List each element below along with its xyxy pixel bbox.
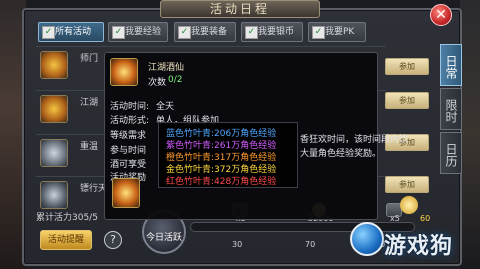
- filter-tab-pk[interactable]: ✓ 我要PK: [308, 22, 366, 42]
- filter-tab-all[interactable]: ✓ 所有活动: [38, 22, 104, 42]
- reward-count: x5: [390, 214, 400, 223]
- activity-icon: [40, 95, 68, 123]
- checkbox-icon: ✓: [42, 26, 55, 39]
- popup-time-value: 全天: [156, 102, 175, 112]
- activity-name: 镖行天: [80, 184, 108, 194]
- question-icon[interactable]: ?: [104, 231, 122, 249]
- checkbox-icon: ✓: [245, 26, 258, 39]
- popup-time-label: 活动时间:: [110, 102, 150, 112]
- popup-side-label: 酒可享受: [110, 160, 147, 170]
- side-tab-daily[interactable]: 日常: [440, 44, 462, 86]
- checkbox-icon: ✓: [312, 26, 325, 39]
- panel-title: 活动日程: [160, 0, 320, 18]
- activity-icon: [40, 139, 68, 167]
- progress-mark: 30: [232, 240, 243, 249]
- watermark-text: 游戏狗: [384, 234, 454, 259]
- filter-tab-exp[interactable]: ✓ 我要经验: [108, 22, 168, 42]
- progress-mark: 70: [305, 240, 316, 249]
- popup-count-label: 次数: [148, 78, 167, 88]
- silver-pile-icon[interactable]: [400, 196, 418, 214]
- popup-count-value: 0/2: [168, 75, 183, 85]
- activity-name: 师门: [80, 54, 99, 64]
- reward-value: 428万角色经验: [214, 177, 277, 187]
- close-icon[interactable]: ✕: [430, 4, 452, 26]
- wine-jar-icon: [110, 58, 138, 86]
- checkbox-icon: ✓: [178, 26, 191, 39]
- join-button[interactable]: 参加: [385, 176, 429, 193]
- reward-line: 红色竹叶青:428万角色经验: [166, 174, 346, 187]
- silver-badge: 60: [420, 214, 431, 223]
- activity-icon: [40, 181, 68, 209]
- activity-name: 重温: [80, 142, 99, 152]
- join-button[interactable]: 参加: [385, 92, 429, 109]
- side-tab-calendar[interactable]: 日历: [440, 132, 462, 174]
- popup-side-label: 参与时间: [110, 146, 147, 156]
- filter-tab-equipment[interactable]: ✓ 我要装备: [174, 22, 236, 42]
- today-activity-label: 今日活跃: [145, 233, 182, 243]
- reward-label: 红色竹叶青:: [166, 177, 215, 187]
- side-tab-limited[interactable]: 限时: [440, 88, 462, 130]
- popup-form-label: 活动形式:: [110, 116, 150, 126]
- popup-activity-name: 江湖酒仙: [148, 63, 185, 73]
- reward-item-icon: [112, 178, 140, 208]
- activity-icon: [40, 51, 68, 79]
- filter-tab-silver[interactable]: ✓ 我要银币: [241, 22, 303, 42]
- watermark-logo-icon: [350, 222, 384, 256]
- join-button[interactable]: 参加: [385, 58, 429, 75]
- game-world-background-right: [460, 0, 480, 269]
- total-vitality: 累计活力305/5: [36, 213, 98, 223]
- checkbox-icon: ✓: [112, 26, 125, 39]
- activity-remind-button[interactable]: 活动提醒: [40, 230, 92, 250]
- activity-name: 江湖: [80, 98, 99, 108]
- popup-side-label: 等级需求: [110, 131, 147, 141]
